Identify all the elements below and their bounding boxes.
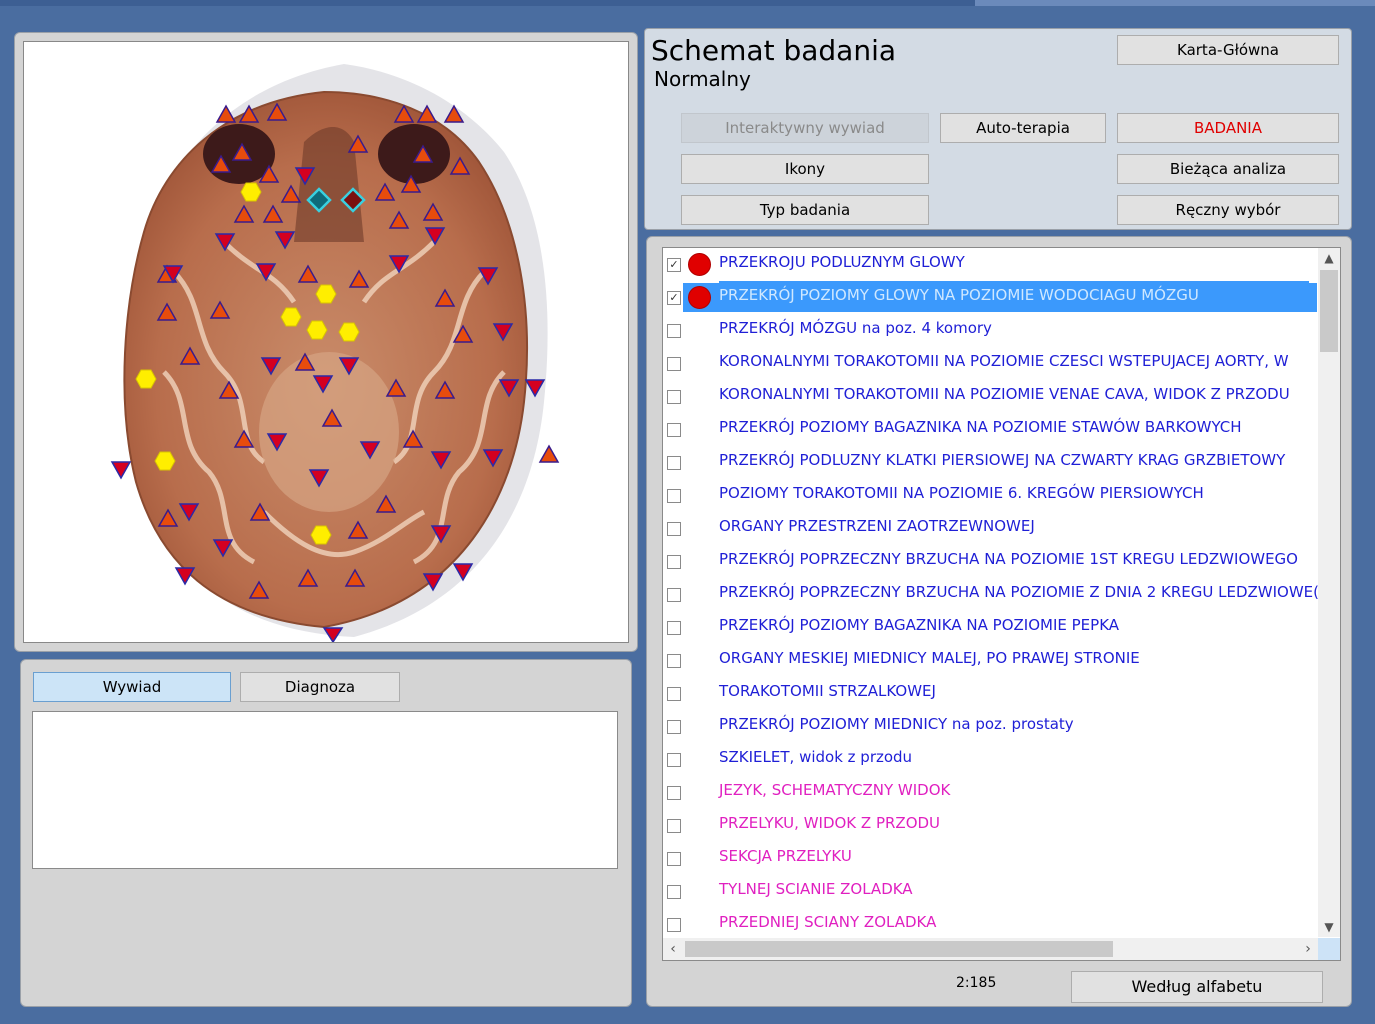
anatomy-image-panel: [14, 32, 638, 652]
list-item-checkbox[interactable]: [667, 522, 681, 536]
list-item-label: PRZEDNIEJ SCIANY ZOLADKA: [719, 913, 937, 931]
red-dot-icon: [688, 286, 711, 309]
brain-section-view[interactable]: [23, 41, 629, 643]
item-count: 2:185: [956, 975, 997, 991]
list-item-label: PRZEKROJU PODLUZNYM GLOWY: [719, 253, 965, 271]
list-item[interactable]: ORGANY MESKIEJ MIEDNICY MALEJ, PO PRAWEJ…: [663, 644, 1317, 677]
list-item-label: TORAKOTOMII STRZALKOWEJ: [719, 682, 936, 700]
list-item-label: POZIOMY TORAKOTOMII NA POZIOMIE 6. KREGÓ…: [719, 484, 1204, 502]
list-item[interactable]: POZIOMY TORAKOTOMII NA POZIOMIE 6. KREGÓ…: [663, 479, 1317, 512]
list-item-checkbox[interactable]: [667, 621, 681, 635]
list-item-checkbox[interactable]: [667, 390, 681, 404]
list-item-checkbox[interactable]: [667, 555, 681, 569]
list-item[interactable]: PRZEKRÓJ POZIOMY BAGAZNIKA NA POZIOMIE P…: [663, 611, 1317, 644]
list-item-checkbox[interactable]: [667, 588, 681, 602]
list-item[interactable]: TYLNEJ SCIANIE ZOLADKA: [663, 875, 1317, 908]
scrollbar-corner: [1318, 938, 1340, 960]
list-item-label: ORGANY PRZESTRZENI ZAOTRZEWNOWEJ: [719, 517, 1035, 535]
list-item-checkbox[interactable]: [667, 687, 681, 701]
sort-alphabetical-button[interactable]: Według alfabetu: [1071, 971, 1323, 1003]
list-item[interactable]: TORAKOTOMII STRZALKOWEJ: [663, 677, 1317, 710]
list-item-checkbox[interactable]: [667, 489, 681, 503]
list-item-checkbox[interactable]: [667, 357, 681, 371]
schema-title: Schemat badania: [651, 34, 896, 67]
list-item-checkbox[interactable]: [667, 819, 681, 833]
vertical-scroll-thumb[interactable]: [1320, 270, 1338, 352]
red-dot-icon: [688, 253, 711, 276]
interview-notes-area[interactable]: [32, 711, 618, 869]
list-item[interactable]: PRZEKRÓJ PODLUZNY KLATKI PIERSIOWEJ NA C…: [663, 446, 1317, 479]
horizontal-scroll-thumb[interactable]: [685, 941, 1113, 957]
list-item[interactable]: PRZEDNIEJ SCIANY ZOLADKA: [663, 908, 1317, 941]
karta-glowna-button[interactable]: Karta-Główna: [1117, 35, 1339, 65]
window-top-bar: [0, 0, 1375, 6]
list-item[interactable]: KORONALNYMI TORAKOTOMII NA POZIOMIE CZES…: [663, 347, 1317, 380]
list-item-label: PRZEKRÓJ PODLUZNY KLATKI PIERSIOWEJ NA C…: [719, 451, 1286, 469]
list-item-label: SEKCJA PRZELYKU: [719, 847, 852, 865]
list-item[interactable]: JEZYK, SCHEMATYCZNY WIDOK: [663, 776, 1317, 809]
list-item-label: KORONALNYMI TORAKOTOMII NA POZIOMIE VENA…: [719, 385, 1290, 403]
biezaca-analiza-button[interactable]: Bieżąca analiza: [1117, 154, 1339, 184]
brain-cross-section-image[interactable]: [24, 42, 628, 642]
list-item-label: PRZEKRÓJ POPRZECZNY BRZUCHA NA POZIOMIE …: [719, 550, 1298, 568]
list-item-label: JEZYK, SCHEMATYCZNY WIDOK: [719, 781, 951, 799]
examination-list-panel: ✓ PRZEKROJU PODLUZNYM GLOWY ✓ PRZEKRÓJ POZI…: [646, 236, 1352, 1007]
list-item-checkbox[interactable]: ✓: [667, 291, 681, 305]
list-item-checkbox[interactable]: [667, 753, 681, 767]
vertical-scrollbar[interactable]: ▲ ▼: [1318, 248, 1340, 937]
list-item[interactable]: PRZEKRÓJ POPRZECZNY BRZUCHA NA POZIOMIE …: [663, 545, 1317, 578]
auto-terapia-button[interactable]: Auto-terapia: [940, 113, 1106, 143]
list-item[interactable]: KORONALNYMI TORAKOTOMII NA POZIOMIE VENA…: [663, 380, 1317, 413]
list-item-label: PRZEKRÓJ MÓZGU na poz. 4 komory: [719, 319, 992, 337]
chevron-down-icon[interactable]: ▼: [1318, 917, 1340, 937]
list-item-label: SZKIELET, widok z przodu: [719, 748, 913, 766]
list-item[interactable]: PRZEKRÓJ POZIOMY MIEDNICY na poz. prosta…: [663, 710, 1317, 743]
list-item-checkbox[interactable]: [667, 885, 681, 899]
list-item-label: PRZEKRÓJ POZIOMY GLOWY NA POZIOMIE WODOC…: [719, 281, 1309, 310]
list-item-label: KORONALNYMI TORAKOTOMII NA POZIOMIE CZES…: [719, 352, 1289, 370]
list-item[interactable]: SEKCJA PRZELYKU: [663, 842, 1317, 875]
list-item-label: PRZELYKU, WIDOK Z PRZODU: [719, 814, 941, 832]
horizontal-scrollbar[interactable]: ‹ ›: [663, 938, 1318, 960]
list-item-checkbox[interactable]: ✓: [667, 258, 681, 272]
list-item[interactable]: PRZEKRÓJ MÓZGU na poz. 4 komory: [663, 314, 1317, 347]
list-item-label: ORGANY MESKIEJ MIEDNICY MALEJ, PO PRAWEJ…: [719, 649, 1140, 667]
list-item-checkbox[interactable]: [667, 423, 681, 437]
list-item-checkbox[interactable]: [667, 720, 681, 734]
chevron-up-icon[interactable]: ▲: [1318, 248, 1340, 268]
list-item-label: PRZEKRÓJ POZIOMY BAGAZNIKA NA POZIOMIE P…: [719, 616, 1120, 634]
interaktywny-wywiad-button[interactable]: Interaktywny wywiad: [681, 113, 929, 143]
list-item-label: PRZEKRÓJ POPRZECZNY BRZUCHA NA POZIOMIE …: [719, 583, 1319, 601]
examination-list[interactable]: ✓ PRZEKROJU PODLUZNYM GLOWY ✓ PRZEKRÓJ POZI…: [662, 247, 1341, 961]
typ-badania-button[interactable]: Typ badania: [681, 195, 929, 225]
list-item[interactable]: PRZELYKU, WIDOK Z PRZODU: [663, 809, 1317, 842]
badania-button[interactable]: BADANIA: [1117, 113, 1339, 143]
list-item[interactable]: PRZEKRÓJ POZIOMY BAGAZNIKA NA POZIOMIE S…: [663, 413, 1317, 446]
tab-diagnoza[interactable]: Diagnoza: [240, 672, 400, 702]
reczny-wybor-button[interactable]: Ręczny wybór: [1117, 195, 1339, 225]
list-item[interactable]: ✓ PRZEKROJU PODLUZNYM GLOWY: [663, 248, 1317, 281]
list-item-checkbox[interactable]: [667, 852, 681, 866]
chevron-right-icon[interactable]: ›: [1298, 938, 1318, 960]
list-item[interactable]: ORGANY PRZESTRZENI ZAOTRZEWNOWEJ: [663, 512, 1317, 545]
list-item-checkbox[interactable]: [667, 456, 681, 470]
list-item-label: PRZEKRÓJ POZIOMY MIEDNICY na poz. prosta…: [719, 715, 1074, 733]
list-item[interactable]: PRZEKRÓJ POPRZECZNY BRZUCHA NA POZIOMIE …: [663, 578, 1319, 611]
list-item-checkbox[interactable]: [667, 918, 681, 932]
list-item-checkbox[interactable]: [667, 324, 681, 338]
schema-header-panel: Schemat badania Normalny Karta-Główna In…: [644, 28, 1352, 230]
interview-panel: Wywiad Diagnoza: [20, 659, 632, 1007]
chevron-left-icon[interactable]: ‹: [663, 938, 683, 960]
list-item[interactable]: ✓ PRZEKRÓJ POZIOMY GLOWY NA POZIOMIE WODO…: [663, 281, 1317, 314]
list-item[interactable]: SZKIELET, widok z przodu: [663, 743, 1317, 776]
ikony-button[interactable]: Ikony: [681, 154, 929, 184]
list-item-label: TYLNEJ SCIANIE ZOLADKA: [719, 880, 913, 898]
list-item-checkbox[interactable]: [667, 654, 681, 668]
schema-subtitle: Normalny: [654, 67, 751, 91]
tab-wywiad[interactable]: Wywiad: [33, 672, 231, 702]
list-item-checkbox[interactable]: [667, 786, 681, 800]
list-item-label: PRZEKRÓJ POZIOMY BAGAZNIKA NA POZIOMIE S…: [719, 418, 1242, 436]
